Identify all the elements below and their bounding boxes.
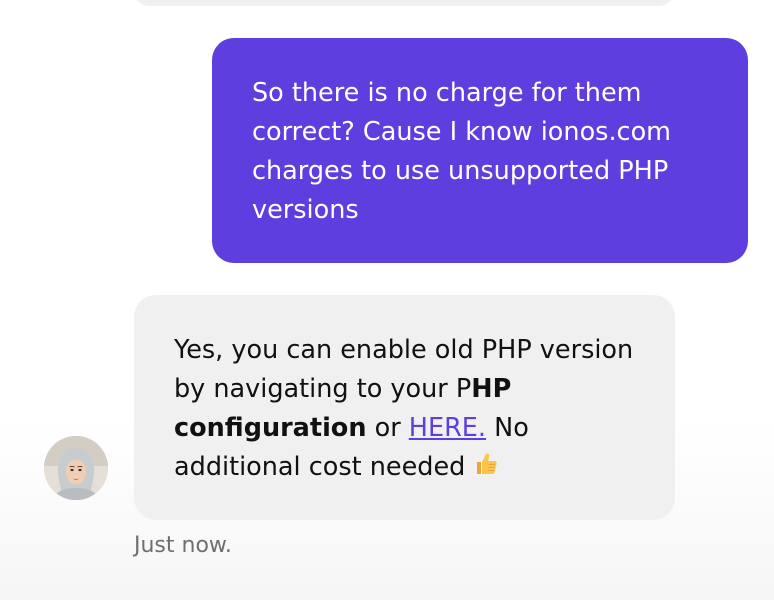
agent-message-bubble: Yes, you can enable old PHP version by n… [134, 295, 675, 520]
php-config-link[interactable]: HERE. [409, 413, 486, 443]
avatar-icon [44, 436, 108, 500]
chat-window: So there is no charge for them correct? … [0, 0, 774, 600]
thumbs-up-icon [473, 450, 499, 476]
previous-message-bubble [134, 0, 674, 6]
message-timestamp: Just now. [134, 533, 232, 558]
agent-message-text-part2: or [366, 413, 409, 443]
agent-avatar [44, 436, 108, 500]
user-message-text: So there is no charge for them correct? … [252, 78, 672, 225]
agent-message-text-part1: Yes, you can enable old PHP version by n… [174, 335, 634, 404]
user-message-bubble: So there is no charge for them correct? … [212, 38, 748, 263]
